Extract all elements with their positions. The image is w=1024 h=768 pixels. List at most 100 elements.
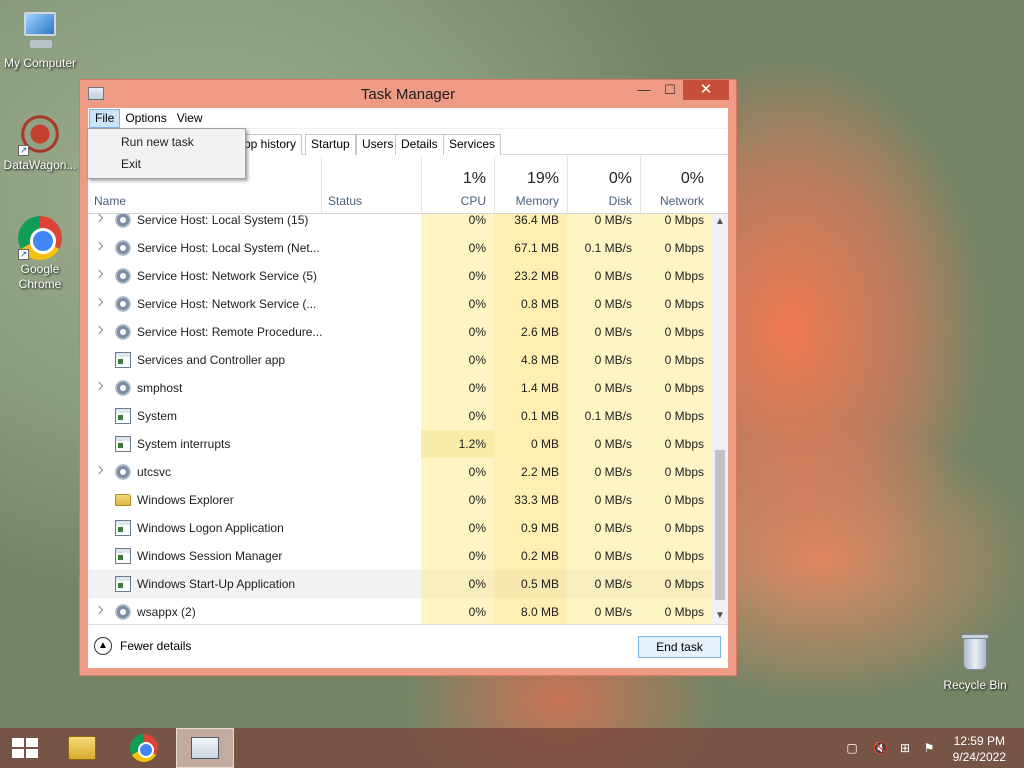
column-memory[interactable]: 19% Memory: [494, 156, 567, 214]
table-row[interactable]: Service Host: Network Service (... 0% 0.8 …: [88, 290, 712, 318]
tab-startup[interactable]: Startup: [305, 134, 356, 155]
chevron-right-icon[interactable]: [94, 269, 104, 279]
tab-services[interactable]: Services: [443, 134, 502, 155]
close-button[interactable]: ✕: [683, 80, 729, 100]
disk-cell: 0 MB/s: [567, 214, 640, 234]
network-icon[interactable]: ⊞: [898, 741, 912, 755]
scroll-up-icon[interactable]: ▲: [712, 214, 728, 230]
taskbar-file-explorer[interactable]: [52, 728, 108, 768]
network-cell: 0 Mbps: [640, 542, 712, 570]
menu-item-run-new-task[interactable]: Run new task: [121, 135, 194, 149]
chevron-right-icon[interactable]: [94, 605, 104, 615]
clock[interactable]: 12:59 PM 9/24/2022: [953, 733, 1006, 765]
maximize-button[interactable]: ☐: [657, 80, 683, 100]
fewer-details-link[interactable]: Fewer details: [120, 639, 191, 653]
column-disk[interactable]: 0% Disk: [567, 156, 640, 214]
process-name: System: [137, 409, 178, 423]
cpu-cell: 0%: [421, 486, 494, 514]
table-row[interactable]: smphost 0% 1.4 MB 0 MB/s 0 Mbps: [88, 374, 712, 402]
menu-options[interactable]: Options: [120, 109, 171, 128]
chevron-right-icon[interactable]: [94, 297, 104, 307]
memory-cell: 2.6 MB: [494, 318, 567, 346]
table-row[interactable]: Windows Logon Application 0% 0.9 MB 0 MB/s 0…: [88, 514, 712, 542]
desktop-icon-recycle-bin[interactable]: Recycle Bin: [935, 632, 1015, 693]
table-row[interactable]: System 0% 0.1 MB 0.1 MB/s 0 Mbps: [88, 402, 712, 430]
desktop-icon-label: My Computer: [3, 56, 77, 70]
recycle-bin-icon: [953, 632, 997, 676]
network-cell: 0 Mbps: [640, 486, 712, 514]
chevron-right-icon[interactable]: [94, 381, 104, 391]
menu-view[interactable]: View: [172, 109, 208, 128]
desktop-icon-datawagon[interactable]: ↗ DataWagon...: [0, 112, 80, 173]
table-row[interactable]: utcsvc 0% 2.2 MB 0 MB/s 0 Mbps: [88, 458, 712, 486]
scroll-thumb[interactable]: [715, 450, 725, 600]
datawagon-icon: ↗: [18, 112, 62, 156]
column-network[interactable]: 0% Network: [640, 156, 728, 214]
disk-cell: 0 MB/s: [567, 374, 640, 402]
chevron-right-icon[interactable]: [94, 241, 104, 251]
menu-file[interactable]: File: [89, 108, 121, 128]
table-row[interactable]: Windows Explorer 0% 33.3 MB 0 MB/s 0 Mbps: [88, 486, 712, 514]
memory-cell: 0.5 MB: [494, 570, 567, 598]
chevron-up-icon[interactable]: ▲: [94, 637, 112, 655]
table-row[interactable]: Service Host: Local System (Net... 0% 67.1…: [88, 234, 712, 262]
column-name[interactable]: Name: [94, 194, 126, 208]
process-name: System interrupts: [137, 437, 231, 451]
taskbar-task-manager[interactable]: [176, 728, 234, 768]
cpu-label: CPU: [460, 194, 486, 208]
network-cell: 0 Mbps: [640, 290, 712, 318]
gear-icon: [115, 296, 131, 312]
flag-alert-icon[interactable]: ⚑: [922, 741, 936, 755]
memory-cell: 36.4 MB: [494, 214, 567, 234]
gear-icon: [115, 604, 131, 620]
file-menu-dropdown: Run new task Exit: [87, 128, 246, 179]
volume-muted-icon[interactable]: 🔇: [873, 741, 888, 755]
disk-cell: 0 MB/s: [567, 262, 640, 290]
column-status-cell[interactable]: Status: [321, 156, 421, 214]
end-task-button[interactable]: End task: [638, 636, 721, 658]
start-button[interactable]: [0, 728, 56, 768]
app-icon: [115, 548, 131, 564]
chrome-icon: [130, 734, 158, 762]
menu-item-exit[interactable]: Exit: [121, 157, 141, 171]
table-row[interactable]: Service Host: Network Service (5) 0% 23.2 …: [88, 262, 712, 290]
taskbar-chrome[interactable]: [116, 728, 172, 768]
table-row[interactable]: Service Host: Local System (15) 0% 36.4 MB…: [88, 214, 712, 234]
title-bar[interactable]: Task Manager — ☐ ✕: [80, 80, 736, 108]
table-row[interactable]: Windows Start-Up Application 0% 0.5 MB 0 MB…: [88, 570, 712, 598]
table-row[interactable]: Windows Session Manager 0% 0.2 MB 0 MB/s 0 M…: [88, 542, 712, 570]
process-name: Service Host: Local System (Net...: [137, 241, 320, 255]
footer: ▲ Fewer details End task: [88, 624, 728, 668]
disk-cell: 0 MB/s: [567, 486, 640, 514]
tab-app-history[interactable]: pp history: [238, 134, 303, 155]
table-row[interactable]: System interrupts 1.2% 0 MB 0 MB/s 0 Mbps: [88, 430, 712, 458]
cpu-cell: 0%: [421, 374, 494, 402]
minimize-button[interactable]: —: [631, 80, 657, 100]
memory-cell: 0.8 MB: [494, 290, 567, 318]
desktop-icon-label: DataWagon...: [3, 158, 77, 172]
vertical-scrollbar[interactable]: ▲ ▼: [712, 214, 728, 624]
network-cell: 0 Mbps: [640, 598, 712, 624]
table-row[interactable]: Services and Controller app 0% 4.8 MB 0 MB/…: [88, 346, 712, 374]
chevron-right-icon[interactable]: [94, 214, 104, 223]
table-row[interactable]: wsappx (2) 0% 8.0 MB 0 MB/s 0 Mbps: [88, 598, 712, 624]
column-cpu[interactable]: 1% CPU: [421, 156, 494, 214]
chevron-right-icon[interactable]: [94, 325, 104, 335]
scroll-down-icon[interactable]: ▼: [712, 608, 728, 624]
task-manager-icon: [191, 737, 219, 759]
cpu-cell: 0%: [421, 570, 494, 598]
memory-cell: 33.3 MB: [494, 486, 567, 514]
chevron-right-icon[interactable]: [94, 465, 104, 475]
network-cell: 0 Mbps: [640, 458, 712, 486]
gear-icon: [115, 214, 131, 228]
table-row[interactable]: Service Host: Remote Procedure... 0% 2.6 M…: [88, 318, 712, 346]
process-name: utcsvc: [137, 465, 172, 479]
memory-cell: 8.0 MB: [494, 598, 567, 624]
folder-icon: [115, 494, 131, 506]
network-cell: 0 Mbps: [640, 514, 712, 542]
tab-users[interactable]: Users: [356, 134, 400, 155]
desktop-icon-my-computer[interactable]: My Computer: [0, 10, 80, 71]
action-center-icon[interactable]: ▢: [845, 741, 859, 755]
desktop-icon-google-chrome[interactable]: ↗ Google Chrome: [0, 216, 80, 292]
tab-details[interactable]: Details: [395, 134, 444, 155]
